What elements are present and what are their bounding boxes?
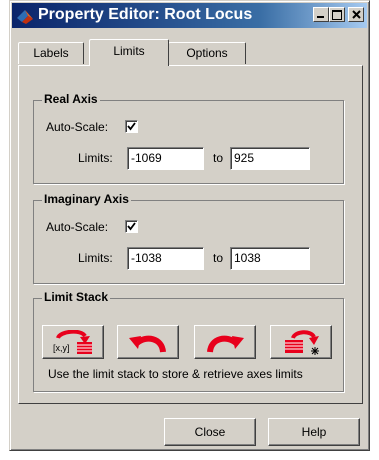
real-axis-title: Real Axis <box>42 92 100 106</box>
redo-arrow-icon <box>207 335 244 353</box>
limits-panel: Real Axis Auto-Scale: Limits: -1069 to 9… <box>18 65 363 404</box>
property-editor-window: Property Editor: Root Locus Labels Limit… <box>9 0 370 451</box>
close-button[interactable]: Close <box>164 418 256 446</box>
clear-stack-button[interactable] <box>270 325 332 359</box>
matlab-logo-icon <box>17 10 33 24</box>
help-button[interactable]: Help <box>268 418 360 446</box>
store-limits-icon: [x,y] <box>53 330 92 354</box>
window-title: Property Editor: Root Locus <box>38 6 253 23</box>
tab-limits[interactable]: Limits <box>89 39 169 66</box>
tab-strip: Labels Limits Options <box>18 37 363 66</box>
maximize-button[interactable] <box>329 7 345 22</box>
real-auto-scale-checkbox[interactable] <box>125 120 138 133</box>
undo-arrow-icon <box>129 335 166 353</box>
store-limits-text: [x,y] <box>53 343 70 353</box>
next-limits-button[interactable] <box>194 325 256 359</box>
real-to-label: to <box>213 151 224 165</box>
imaginary-axis-title: Imaginary Axis <box>42 192 131 206</box>
limit-stack-group: Limit Stack [x,y] Use the limit stack to… <box>33 290 344 392</box>
real-max-input[interactable]: 925 <box>230 147 310 170</box>
imaginary-axis-group: Imaginary Axis Auto-Scale: Limits: -1038… <box>33 192 344 284</box>
real-min-input[interactable]: -1069 <box>127 147 204 170</box>
real-limits-label: Limits: <box>78 151 113 165</box>
imag-min-input[interactable]: -1038 <box>127 247 204 270</box>
imag-auto-scale-label: Auto-Scale: <box>46 220 109 234</box>
limit-stack-help-text: Use the limit stack to store & retrieve … <box>48 367 303 381</box>
minimize-button[interactable] <box>313 7 329 22</box>
limit-stack-title: Limit Stack <box>42 290 111 304</box>
imag-to-label: to <box>213 251 224 265</box>
checkmark-icon <box>127 122 136 131</box>
clear-stack-icon <box>285 330 319 355</box>
real-auto-scale-label: Auto-Scale: <box>46 120 109 134</box>
close-icon <box>352 10 361 19</box>
checkmark-icon <box>127 222 136 231</box>
imag-limits-label: Limits: <box>78 251 113 265</box>
previous-limits-button[interactable] <box>117 325 179 359</box>
imag-max-input[interactable]: 1038 <box>230 247 310 270</box>
close-window-button[interactable] <box>348 7 364 22</box>
tab-options[interactable]: Options <box>168 42 246 64</box>
tab-labels[interactable]: Labels <box>18 42 84 64</box>
title-bar[interactable]: Property Editor: Root Locus <box>12 3 367 28</box>
imag-auto-scale-checkbox[interactable] <box>125 220 138 233</box>
real-axis-group: Real Axis Auto-Scale: Limits: -1069 to 9… <box>33 92 344 184</box>
store-limits-button[interactable]: [x,y] <box>42 325 104 359</box>
